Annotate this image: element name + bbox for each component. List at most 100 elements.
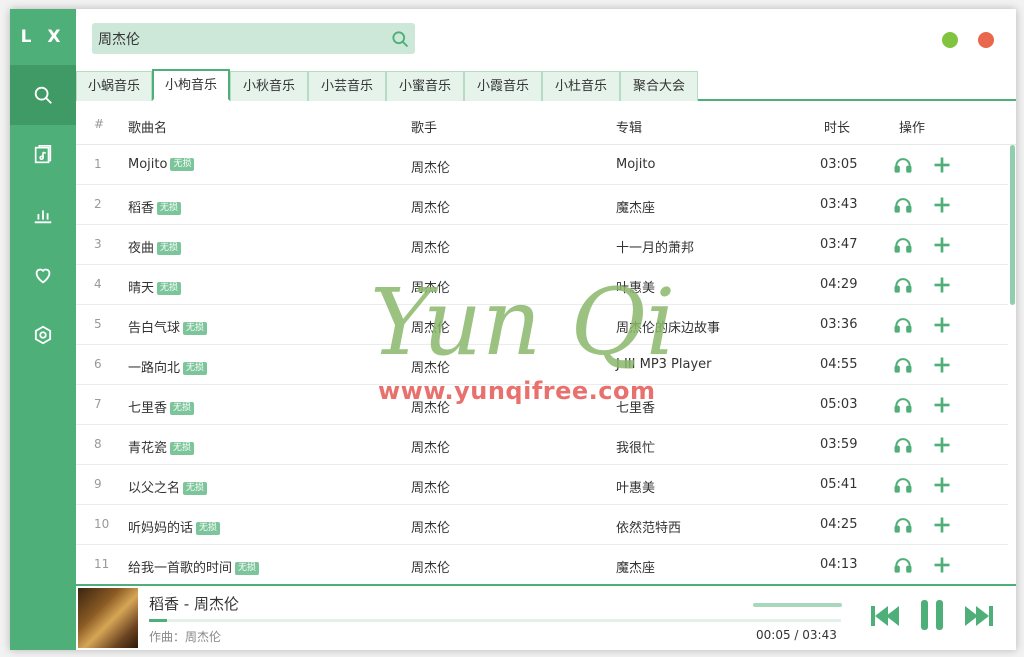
pause-icon[interactable] <box>917 598 947 632</box>
source-tabs: 小蜗音乐 小枸音乐 小秋音乐 小芸音乐 小蜜音乐 小霞音乐 小杜音乐 聚合大会 <box>76 69 1016 101</box>
add-plus-icon[interactable] <box>932 315 952 335</box>
table-row[interactable]: 8 青花瓷 无损 周杰伦 我很忙 03:59 <box>76 425 1008 465</box>
table-row[interactable]: 9 以父之名 无损 周杰伦 叶惠美 05:41 <box>76 465 1008 505</box>
song-artist[interactable]: 周杰伦 <box>411 237 450 256</box>
sidebar-item-songlist[interactable] <box>10 125 76 185</box>
listen-headphones-icon[interactable] <box>893 235 913 255</box>
table-row[interactable]: 3 夜曲 无损 周杰伦 十一月的萧邦 03:47 <box>76 225 1008 265</box>
heart-icon <box>35 268 51 284</box>
song-album[interactable]: 魔杰座 <box>616 557 655 576</box>
search-icon <box>34 86 52 104</box>
lossless-badge: 无损 <box>183 482 208 495</box>
tab-source-2[interactable]: 小枸音乐 <box>152 69 230 101</box>
table-row[interactable]: 2 稻香 无损 周杰伦 魔杰座 03:43 <box>76 185 1008 225</box>
listen-headphones-icon[interactable] <box>893 555 913 575</box>
tab-source-6[interactable]: 小霞音乐 <box>464 71 542 101</box>
album-cover[interactable] <box>78 588 138 648</box>
add-plus-icon[interactable] <box>932 355 952 375</box>
song-album[interactable]: 十一月的萧邦 <box>616 237 694 256</box>
search-input[interactable] <box>92 23 385 54</box>
minimize-button[interactable] <box>942 32 958 48</box>
tab-source-5[interactable]: 小蜜音乐 <box>386 71 464 101</box>
song-artist[interactable]: 周杰伦 <box>411 157 450 176</box>
song-artist[interactable]: 周杰伦 <box>411 557 450 576</box>
song-artist[interactable]: 周杰伦 <box>411 517 450 536</box>
add-plus-icon[interactable] <box>932 555 952 575</box>
song-album[interactable]: Mojito <box>616 157 655 172</box>
listen-headphones-icon[interactable] <box>893 435 913 455</box>
song-artist[interactable]: 周杰伦 <box>411 197 450 216</box>
add-plus-icon[interactable] <box>932 155 952 175</box>
close-button[interactable] <box>978 32 994 48</box>
song-artist[interactable]: 周杰伦 <box>411 357 450 376</box>
song-artist[interactable]: 周杰伦 <box>411 317 450 336</box>
progress-bar[interactable] <box>149 619 841 622</box>
song-name: 听妈妈的话 无损 <box>128 517 221 536</box>
table-row[interactable]: 6 一路向北 无损 周杰伦 J III MP3 Player 04:55 <box>76 345 1008 385</box>
table-row[interactable]: 7 七里香 无损 周杰伦 七里香 05:03 <box>76 385 1008 425</box>
lossless-badge: 无损 <box>157 202 182 215</box>
listen-headphones-icon[interactable] <box>893 395 913 415</box>
song-title: 给我一首歌的时间 <box>128 561 233 576</box>
app-logo: L X <box>20 27 66 47</box>
add-plus-icon[interactable] <box>932 435 952 455</box>
add-plus-icon[interactable] <box>932 395 952 415</box>
tab-source-8[interactable]: 聚合大会 <box>620 71 698 101</box>
song-duration: 04:25 <box>820 517 858 532</box>
play-time: 00:05 / 03:43 <box>756 628 837 642</box>
song-album[interactable]: 周杰伦的床边故事 <box>616 317 720 336</box>
listen-headphones-icon[interactable] <box>893 275 913 295</box>
song-name: 晴天 无损 <box>128 277 182 296</box>
tab-source-3[interactable]: 小秋音乐 <box>230 71 308 101</box>
song-album[interactable]: 依然范特西 <box>616 517 681 536</box>
previous-track-icon[interactable] <box>869 601 901 631</box>
sidebar-item-settings[interactable] <box>10 305 76 365</box>
add-plus-icon[interactable] <box>932 235 952 255</box>
table-row[interactable]: 1 Mojito 无损 周杰伦 Mojito 03:05 <box>76 145 1008 185</box>
song-name: 稻香 无损 <box>128 197 182 216</box>
listen-headphones-icon[interactable] <box>893 475 913 495</box>
add-plus-icon[interactable] <box>932 515 952 535</box>
listen-headphones-icon[interactable] <box>893 195 913 215</box>
song-album[interactable]: 我很忙 <box>616 437 655 456</box>
header-num: # <box>94 117 105 131</box>
song-album[interactable]: 七里香 <box>616 397 655 416</box>
next-track-icon[interactable] <box>963 601 995 631</box>
song-artist[interactable]: 周杰伦 <box>411 397 450 416</box>
song-artist[interactable]: 周杰伦 <box>411 437 450 456</box>
tab-source-4[interactable]: 小芸音乐 <box>308 71 386 101</box>
song-album[interactable]: 魔杰座 <box>616 197 655 216</box>
music-list-icon <box>34 145 52 164</box>
lossless-badge: 无损 <box>183 362 208 375</box>
song-artist[interactable]: 周杰伦 <box>411 277 450 296</box>
table-row[interactable]: 4 晴天 无损 周杰伦 叶惠美 04:29 <box>76 265 1008 305</box>
listen-headphones-icon[interactable] <box>893 515 913 535</box>
add-plus-icon[interactable] <box>932 275 952 295</box>
tab-source-1[interactable]: 小蜗音乐 <box>76 71 152 101</box>
song-album[interactable]: J III MP3 Player <box>616 357 712 372</box>
listen-headphones-icon[interactable] <box>893 315 913 335</box>
song-artist[interactable]: 周杰伦 <box>411 477 450 496</box>
main-panel: 小蜗音乐 小枸音乐 小秋音乐 小芸音乐 小蜜音乐 小霞音乐 小杜音乐 聚合大会 … <box>76 9 1016 650</box>
song-album[interactable]: 叶惠美 <box>616 277 655 296</box>
volume-slider[interactable] <box>753 603 842 607</box>
player-bar: 稻香 - 周杰伦 作曲：周杰伦 00:05 / 03:43 <box>76 584 1016 650</box>
table-row[interactable]: 5 告白气球 无损 周杰伦 周杰伦的床边故事 03:36 <box>76 305 1008 345</box>
table-row[interactable]: 11 给我一首歌的时间 无损 周杰伦 魔杰座 04:13 <box>76 545 1008 584</box>
song-album[interactable]: 叶惠美 <box>616 477 655 496</box>
lossless-badge: 无损 <box>183 322 208 335</box>
header-actions: 操作 <box>899 121 926 136</box>
add-plus-icon[interactable] <box>932 195 952 215</box>
sidebar-item-search[interactable] <box>10 65 76 125</box>
table-row[interactable]: 10 听妈妈的话 无损 周杰伦 依然范特西 04:25 <box>76 505 1008 545</box>
list-scrollbar[interactable] <box>1010 145 1015 305</box>
row-number: 11 <box>94 557 110 571</box>
listen-headphones-icon[interactable] <box>893 155 913 175</box>
listen-headphones-icon[interactable] <box>893 355 913 375</box>
sidebar-item-leaderboard[interactable] <box>10 185 76 245</box>
add-plus-icon[interactable] <box>932 475 952 495</box>
song-name: 以父之名 无损 <box>128 477 208 496</box>
tab-source-7[interactable]: 小杜音乐 <box>542 71 620 101</box>
sidebar-item-favorites[interactable] <box>10 245 76 305</box>
search-submit-icon[interactable] <box>385 29 415 49</box>
